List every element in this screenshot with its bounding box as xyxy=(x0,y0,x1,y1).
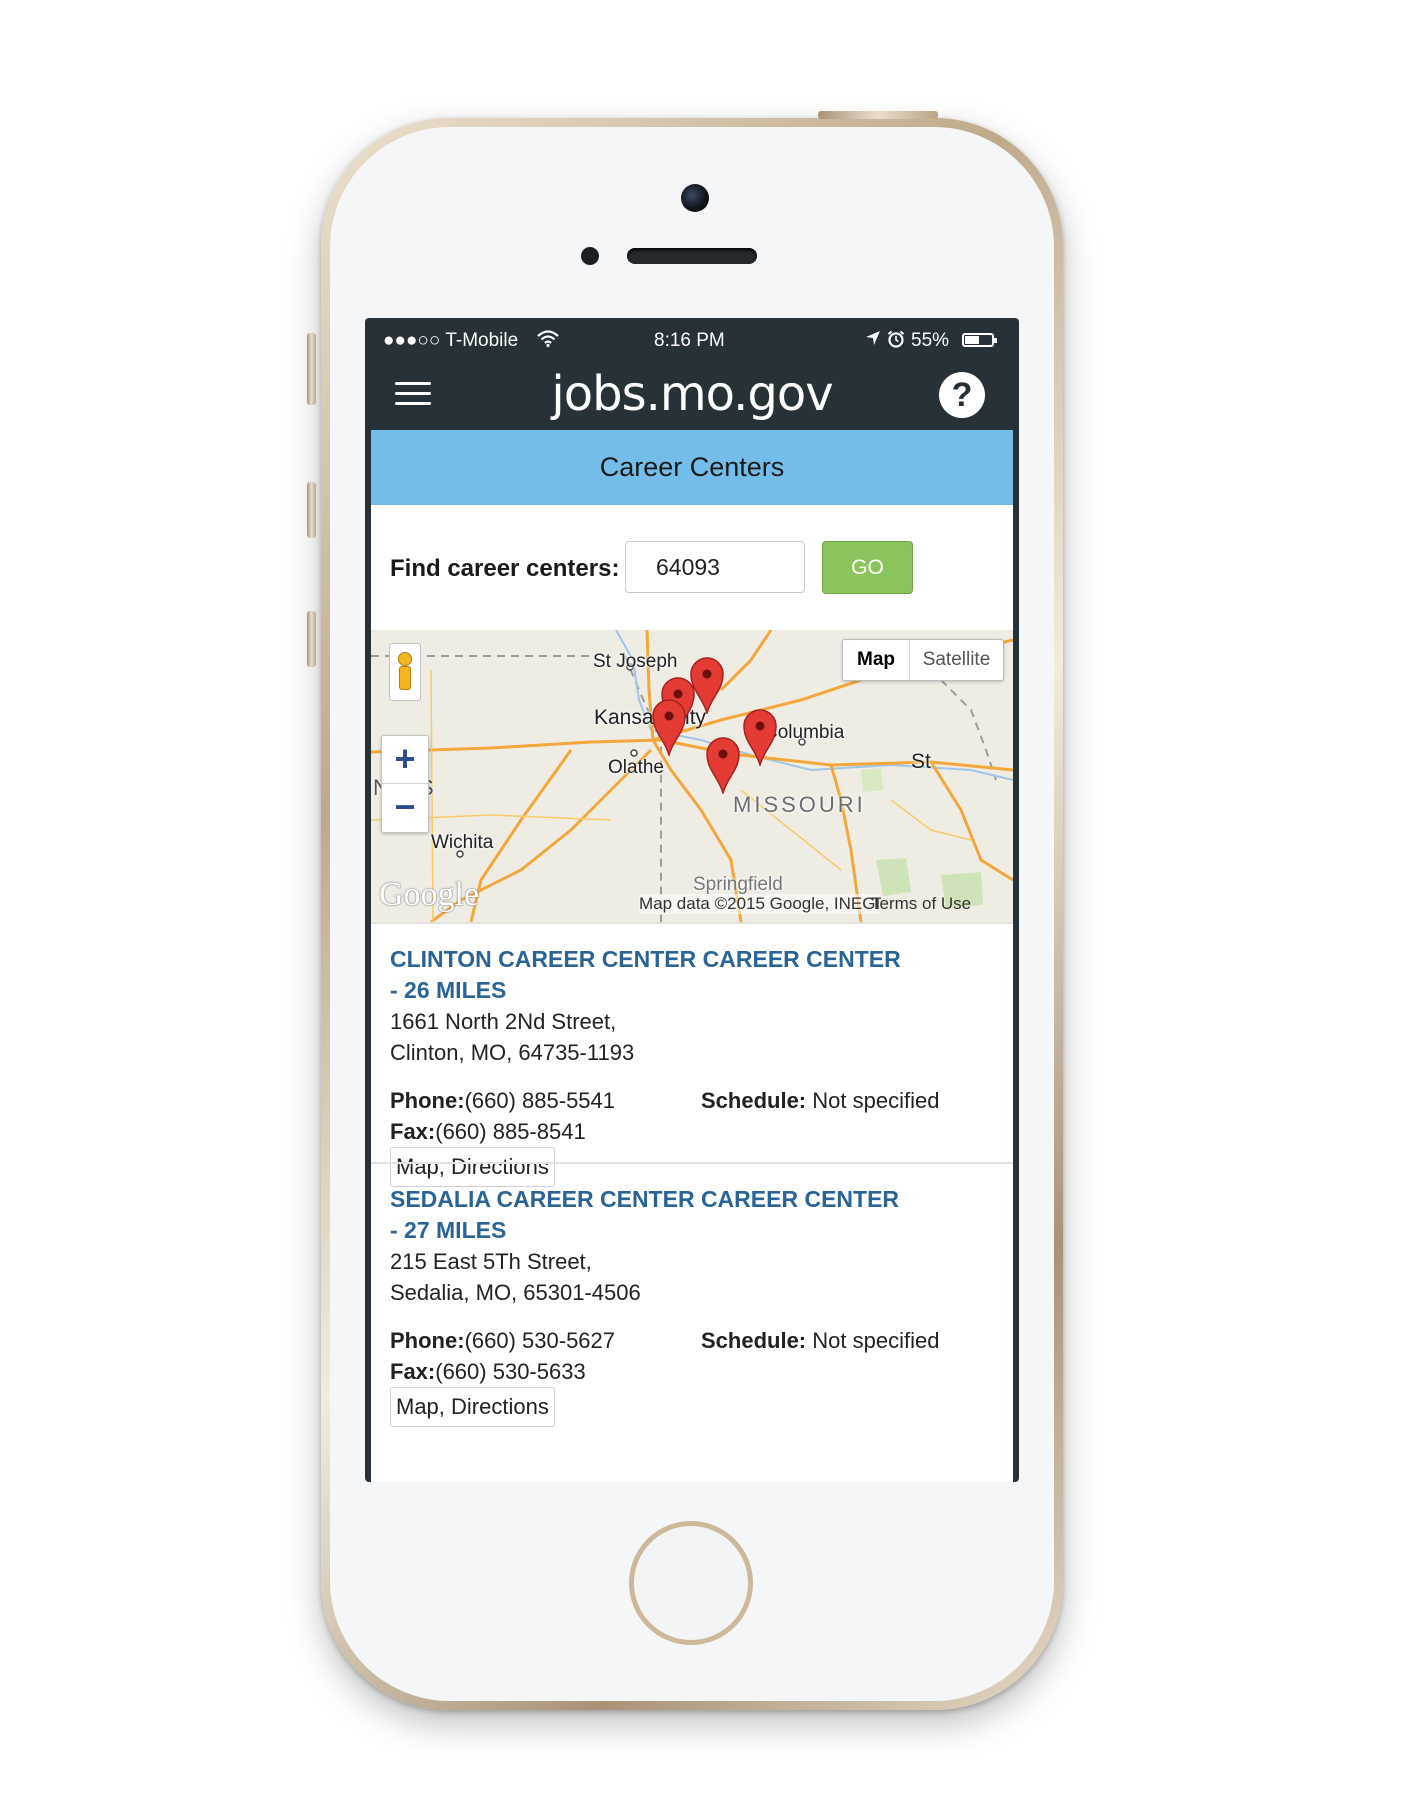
schedule-value: Not specified xyxy=(806,1088,940,1113)
map-marker-icon[interactable] xyxy=(705,736,741,794)
zoom-out-button[interactable]: − xyxy=(382,784,428,831)
phone-label: Phone: xyxy=(390,1088,465,1113)
address-line-1: 215 East 5Th Street, xyxy=(390,1249,592,1274)
location-arrow-icon xyxy=(865,330,881,351)
address-line-1: 1661 North 2Nd Street, xyxy=(390,1009,617,1034)
map-type-satellite-button[interactable]: Satellite xyxy=(910,640,1003,680)
career-center-result: Sedalia Career Center Career Center - 27… xyxy=(371,1162,1013,1427)
volume-up-button xyxy=(307,482,316,538)
map-label-springfield: Springfield xyxy=(693,874,783,895)
zoom-control: + − xyxy=(381,735,429,833)
battery-icon xyxy=(962,333,997,347)
career-center-title-link[interactable]: Clinton Career Center Career Center - 26… xyxy=(390,944,910,1006)
map-label-wichita: Wichita xyxy=(431,832,494,853)
home-button[interactable] xyxy=(629,1521,753,1645)
map-attribution: Map data ©2015 Google, INEGI xyxy=(639,894,881,914)
app-header: jobs.mo.gov ? xyxy=(365,358,1019,430)
fax-label: Fax: xyxy=(390,1359,436,1384)
main-content: Career Centers Find career centers: GO xyxy=(371,430,1013,1482)
zip-input[interactable] xyxy=(625,541,805,593)
page-title: Career Centers xyxy=(371,430,1013,505)
carrier-label: ●●●○○ T-Mobile xyxy=(383,330,519,351)
contact-info: Phone:(660) 885-5541 Fax:(660) 885-8541 … xyxy=(390,1085,994,1147)
fax-number: (660) 885-8541 xyxy=(435,1119,586,1144)
zoom-in-button[interactable]: + xyxy=(382,736,428,784)
status-bar: ●●●○○ T-Mobile 8:16 PM 55% xyxy=(365,318,1019,358)
map-type-map-button[interactable]: Map xyxy=(843,640,910,680)
battery-percent: 55% xyxy=(911,330,950,351)
map-directions-button[interactable]: Map, Directions xyxy=(390,1387,555,1427)
earpiece-speaker xyxy=(627,248,757,264)
search-form: Find career centers: GO xyxy=(371,505,1013,630)
volume-down-button xyxy=(307,611,316,667)
map-type-control: Map Satellite xyxy=(842,639,1004,681)
map-label-st-louis: St xyxy=(911,750,931,773)
address-line-2: Sedalia, MO, 65301-4506 xyxy=(390,1280,641,1305)
map-label-olathe: Olathe xyxy=(608,757,664,778)
power-button xyxy=(818,111,938,119)
phone-number[interactable]: (660) 885-5541 xyxy=(465,1088,615,1113)
alarm-clock-icon xyxy=(887,330,905,353)
wifi-icon xyxy=(537,330,559,353)
schedule-label: Schedule: xyxy=(701,1328,807,1353)
map[interactable]: St Joseph Kansas City Olathe Columbia Wi… xyxy=(371,630,1013,922)
silent-switch xyxy=(307,333,316,405)
status-time: 8:16 PM xyxy=(654,330,725,351)
phone-label: Phone: xyxy=(390,1328,465,1353)
map-label-st-joseph: St Joseph xyxy=(593,651,678,672)
street-view-pegman-icon[interactable] xyxy=(389,643,421,701)
proximity-sensor xyxy=(581,247,599,265)
front-camera xyxy=(681,184,709,212)
map-marker-icon[interactable] xyxy=(742,708,778,766)
phone-number[interactable]: (660) 530-5627 xyxy=(465,1328,615,1353)
address-line-2: Clinton, MO, 64735-1193 xyxy=(390,1040,635,1065)
schedule-value: Not specified xyxy=(806,1328,940,1353)
career-center-title-link[interactable]: Sedalia Career Center Career Center - 27… xyxy=(390,1184,910,1246)
site-logo[interactable]: jobs.mo.gov xyxy=(365,366,1019,422)
google-logo[interactable]: Google xyxy=(379,876,479,914)
phone-screen: ●●●○○ T-Mobile 8:16 PM 55% jobs.mo.gov ?… xyxy=(365,318,1019,1482)
search-label: Find career centers: xyxy=(390,555,620,582)
help-icon[interactable]: ? xyxy=(939,372,985,418)
map-marker-icon[interactable] xyxy=(651,698,687,756)
fax-number: (660) 530-5633 xyxy=(435,1359,586,1384)
contact-info: Phone:(660) 530-5627 Fax:(660) 530-5633 … xyxy=(390,1325,994,1387)
map-terms-link[interactable]: Terms of Use xyxy=(871,894,971,914)
schedule-label: Schedule: xyxy=(701,1088,807,1113)
map-label-missouri: MISSOURI xyxy=(733,792,866,817)
fax-label: Fax: xyxy=(390,1119,436,1144)
go-button[interactable]: GO xyxy=(822,541,913,594)
career-center-result: Clinton Career Center Career Center - 26… xyxy=(371,922,1013,1187)
